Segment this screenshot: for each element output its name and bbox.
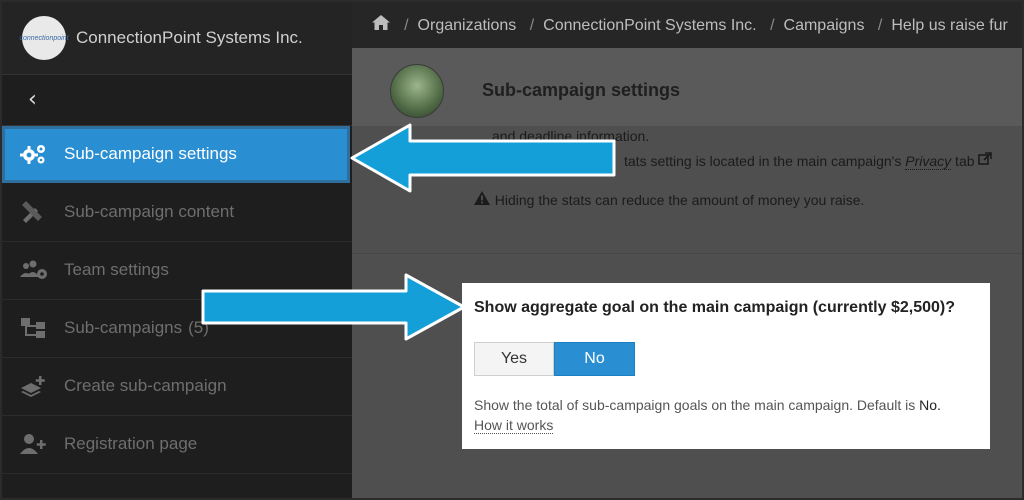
sidebar-item-label: Sub-campaign settings [64,144,237,163]
top-bar: / Organizations / ConnectionPoint Systems … [352,2,1022,48]
page-header: Sub-campaign settings [352,48,1022,126]
aggregate-goal-help: Show the total of sub-campaign goals on … [474,395,974,435]
users-gear-icon [20,259,48,281]
stats-setting-prefix: tats setting is located in the main camp… [624,153,906,169]
sidebar-item-label: Sub-campaign content [64,202,235,221]
callout-arrow-left [350,123,616,193]
sidebar-item-label: Sub-campaigns (5) [64,318,209,338]
collapse-sidebar-button[interactable]: ‹ [2,75,352,126]
default-value: No. [919,397,941,413]
stats-setting-text: tats setting is located in the main camp… [624,152,993,170]
breadcrumb-campaigns[interactable]: Campaigns [784,17,865,34]
help-text: Show the total of sub-campaign goals on … [474,397,920,413]
gears-icon [20,143,48,165]
sidebar-item-label: Team settings [64,260,169,279]
sidebar-item-sub-campaign-content[interactable]: Sub-campaign content [2,184,352,242]
privacy-tab-link[interactable]: Privacy [905,153,952,170]
sidebar-item-label: Create sub-campaign [64,376,227,395]
user-plus-icon [20,433,48,455]
brand-header[interactable]: connectionpoint ConnectionPoint Systems … [2,2,352,75]
breadcrumb-organizations[interactable]: Organizations [418,17,517,34]
stats-setting-suffix: tab [951,153,975,169]
yes-option-button[interactable]: Yes [474,342,554,376]
sidebar-item-label: Registration page [64,434,198,453]
breadcrumb: / Organizations / ConnectionPoint Systems … [372,15,1008,35]
pencil-ruler-icon [20,201,48,223]
brand-logo: connectionpoint [19,16,69,60]
aggregate-goal-setting: Show aggregate goal on the main campaign… [462,283,990,449]
screenshot-frame: connectionpoint ConnectionPoint Systems … [0,0,1024,500]
home-icon[interactable] [372,15,395,34]
brand-name: ConnectionPoint Systems Inc. [76,28,303,47]
sitemap-icon [20,317,48,339]
warning-message: Hiding the stats can reduce the amount o… [494,192,865,208]
external-link-icon[interactable] [978,152,993,169]
campaign-avatar [390,64,444,118]
breadcrumb-organization[interactable]: ConnectionPoint Systems Inc. [543,17,756,34]
section-divider [352,253,1022,254]
how-it-works-link[interactable]: How it works [474,417,554,434]
sidebar: connectionpoint ConnectionPoint Systems … [2,2,352,498]
breadcrumb-campaign[interactable]: Help us raise fur [891,17,1008,34]
sidebar-item-create-sub-campaign[interactable]: Create sub-campaign [2,358,352,416]
sidebar-item-sub-campaign-settings[interactable]: Sub-campaign settings [2,126,350,183]
aggregate-goal-toggle[interactable]: Yes No [474,342,635,376]
no-option-button[interactable]: No [554,342,635,376]
sidebar-item-registration-page[interactable]: Registration page [2,416,352,474]
layer-plus-icon [20,375,48,397]
callout-arrow-right [201,273,466,341]
chevron-left-icon: ‹ [28,87,37,112]
aggregate-goal-question: Show aggregate goal on the main campaign… [474,299,955,316]
page-title: Sub-campaign settings [482,80,681,100]
sidebar-item-text: Sub-campaigns [64,318,183,337]
